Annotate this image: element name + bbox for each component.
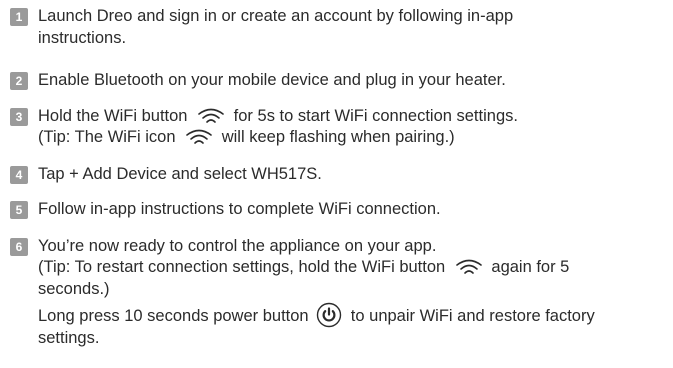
wifi-icon [186, 129, 212, 144]
step-text: Follow in-app instructions to complete W… [38, 200, 441, 218]
step-text: for 5s to start WiFi connection settings… [233, 106, 518, 125]
step-text: will keep flashing when pairing.) [221, 128, 455, 146]
step-text: instructions. [38, 28, 127, 47]
instruction-steps: 1 Launch Dreo and sign in or create an a… [10, 6, 670, 350]
step-1: 1 Launch Dreo and sign in or create an a… [10, 6, 670, 49]
step-number-badge: 3 [10, 107, 28, 126]
step-text: Long press 10 seconds power button [38, 307, 309, 325]
step-text: to unpair WiFi and restore factory [350, 307, 595, 325]
step-text-line: Hold the WiFi button for 5s to start WiF… [38, 106, 670, 128]
step-text-line: Long press 10 seconds power button to un… [38, 302, 670, 328]
step-3: 3 Hold the WiFi button for 5s to start W… [10, 106, 670, 149]
wifi-icon [455, 259, 482, 274]
step-text: (Tip: The WiFi icon [38, 128, 176, 146]
step-4: 4 Tap + Add Device and select WH517S. [10, 164, 670, 186]
step-text: settings. [38, 329, 100, 347]
step-text: Launch Dreo and sign in or create an acc… [38, 7, 514, 25]
step-6: 6 You’re now ready to control the applia… [10, 236, 670, 350]
step-2: 2 Enable Bluetooth on your mobile device… [10, 70, 670, 92]
step-number-badge: 1 [10, 8, 28, 26]
power-icon [317, 302, 342, 328]
step-text-line: (Tip: The WiFi icon will keep flashing w… [38, 127, 670, 149]
step-number-badge: 6 [10, 237, 28, 256]
step-number-badge: 5 [10, 201, 28, 219]
step-5: 5 Follow in-app instructions to complete… [10, 199, 670, 221]
step-text: seconds.) [38, 279, 110, 298]
step-text: You’re now ready to control the applianc… [38, 236, 437, 255]
step-text: Enable Bluetooth on your mobile device a… [38, 71, 506, 89]
step-text: Hold the WiFi button [38, 106, 188, 125]
step-number-badge: 4 [10, 165, 28, 184]
step-text: again for 5 [491, 258, 570, 276]
step-text-line: (Tip: To restart connection settings, ho… [38, 257, 670, 279]
step-text: (Tip: To restart connection settings, ho… [38, 258, 446, 276]
step-number-badge: 2 [10, 72, 28, 90]
step-text: Tap + Add Device and select WH517S. [38, 164, 322, 183]
wifi-icon [198, 108, 224, 123]
